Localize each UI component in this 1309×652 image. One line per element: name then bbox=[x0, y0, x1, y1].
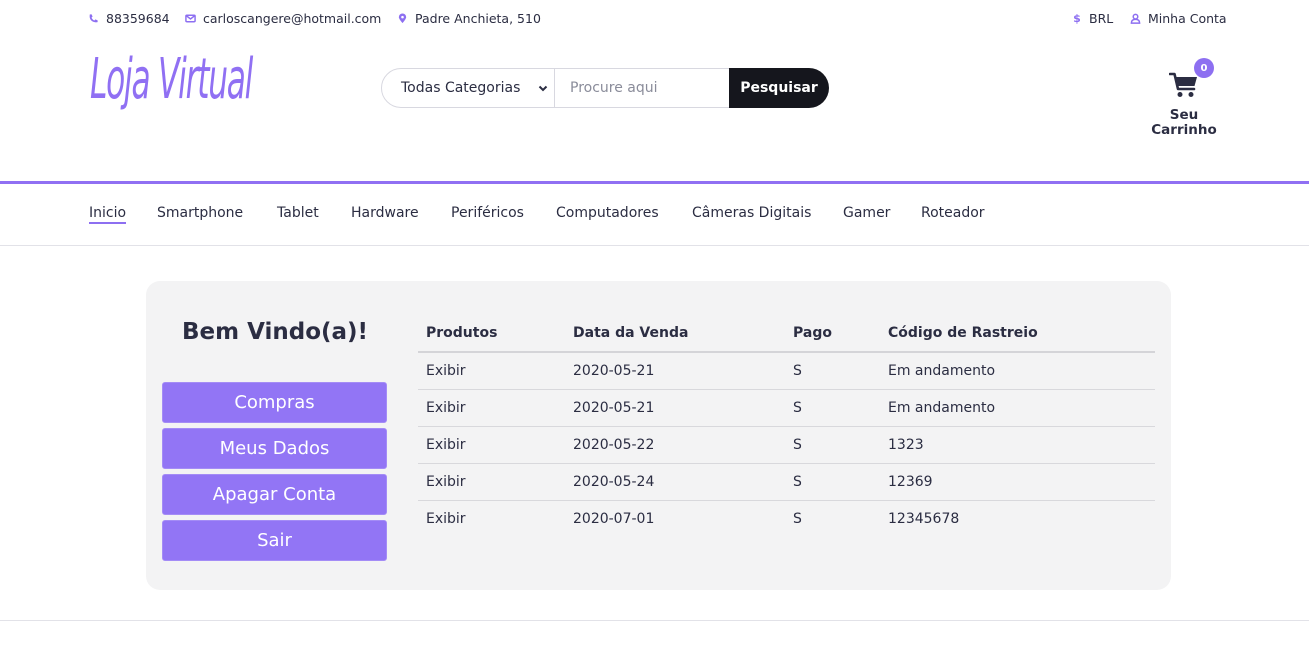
tracking-code: 1323 bbox=[880, 426, 1155, 464]
orders-table: Produtos Data da Venda Pago Código de Ra… bbox=[418, 314, 1155, 537]
column-header-produtos: Produtos bbox=[418, 314, 565, 353]
category-nav: Inicio Smartphone Tablet Hardware Perifé… bbox=[0, 184, 1309, 246]
column-header-codigo-rastreio: Código de Rastreio bbox=[880, 314, 1155, 353]
envelope-icon bbox=[185, 13, 197, 24]
currency-label: BRL bbox=[1089, 11, 1114, 26]
view-products-link[interactable]: Exibir bbox=[418, 463, 565, 501]
sale-date: 2020-05-21 bbox=[565, 352, 785, 390]
column-header-data-venda: Data da Venda bbox=[565, 314, 785, 353]
delete-account-button[interactable]: Apagar Conta bbox=[162, 474, 387, 515]
tracking-code: 12369 bbox=[880, 463, 1155, 501]
table-header-row: Produtos Data da Venda Pago Código de Ra… bbox=[418, 314, 1155, 353]
category-selected: Todas Categorias bbox=[401, 80, 521, 96]
category-select[interactable]: Todas Categorias bbox=[381, 68, 555, 108]
chevron-down-icon bbox=[537, 82, 549, 94]
phone-icon bbox=[88, 13, 100, 24]
email-address: carloscangere@hotmail.com bbox=[203, 11, 382, 26]
account-link[interactable]: Minha Conta bbox=[1130, 11, 1227, 26]
orders-button[interactable]: Compras bbox=[162, 382, 387, 423]
view-products-link[interactable]: Exibir bbox=[418, 352, 565, 390]
store-address: Padre Anchieta, 510 bbox=[415, 11, 541, 26]
dollar-icon: $ bbox=[1073, 12, 1081, 25]
top-bar: 88359684 carloscangere@hotmail.com Padre… bbox=[0, 0, 1309, 36]
table-row: Exibir 2020-05-21 S Em andamento bbox=[418, 389, 1155, 427]
view-products-link[interactable]: Exibir bbox=[418, 389, 565, 427]
table-row: Exibir 2020-05-21 S Em andamento bbox=[418, 352, 1155, 390]
table-row: Exibir 2020-07-01 S 12345678 bbox=[418, 500, 1155, 537]
nav-item-roteador[interactable]: Roteador bbox=[921, 205, 985, 221]
sale-date: 2020-05-22 bbox=[565, 426, 785, 464]
sale-date: 2020-05-21 bbox=[565, 389, 785, 427]
address-contact: Padre Anchieta, 510 bbox=[397, 11, 541, 26]
nav-item-perifericos[interactable]: Periféricos bbox=[451, 205, 524, 221]
shopping-cart-icon bbox=[1168, 71, 1199, 99]
table-row: Exibir 2020-05-22 S 1323 bbox=[418, 426, 1155, 464]
map-pin-icon bbox=[397, 13, 409, 24]
phone-number: 88359684 bbox=[106, 11, 170, 26]
tracking-code: Em andamento bbox=[880, 389, 1155, 427]
paid-status: S bbox=[785, 389, 880, 427]
sale-date: 2020-07-01 bbox=[573, 510, 655, 527]
store-logo[interactable]: Loja Virtual bbox=[90, 52, 253, 108]
search-bar: Todas Categorias Pesquisar bbox=[381, 68, 829, 108]
search-input[interactable] bbox=[555, 68, 729, 108]
nav-item-gamer[interactable]: Gamer bbox=[843, 205, 890, 221]
footer-divider bbox=[0, 620, 1309, 621]
currency-selector[interactable]: $ BRL bbox=[1071, 11, 1113, 26]
phone-contact: 88359684 bbox=[88, 11, 170, 26]
nav-item-hardware[interactable]: Hardware bbox=[351, 205, 419, 221]
nav-item-cameras-digitais[interactable]: Câmeras Digitais bbox=[692, 205, 811, 221]
tracking-code: Em andamento bbox=[880, 352, 1155, 390]
nav-item-computadores[interactable]: Computadores bbox=[556, 205, 659, 221]
logout-button[interactable]: Sair bbox=[162, 520, 387, 561]
sale-date: 2020-05-24 bbox=[565, 463, 785, 501]
paid-status: S bbox=[785, 352, 880, 390]
user-icon bbox=[1130, 13, 1142, 24]
account-label: Minha Conta bbox=[1148, 11, 1227, 26]
paid-status: S bbox=[793, 510, 802, 527]
view-products-link[interactable]: Exibir bbox=[418, 500, 565, 537]
column-header-pago: Pago bbox=[785, 314, 880, 353]
welcome-heading: Bem Vindo(a)! bbox=[181, 319, 369, 345]
table-row: Exibir 2020-05-24 S 12369 bbox=[418, 463, 1155, 501]
nav-item-tablet[interactable]: Tablet bbox=[277, 205, 319, 221]
paid-status: S bbox=[785, 463, 880, 501]
email-contact: carloscangere@hotmail.com bbox=[185, 11, 381, 26]
nav-item-inicio[interactable]: Inicio bbox=[89, 205, 127, 224]
cart-label: Seu Carrinho bbox=[1151, 107, 1217, 138]
tracking-code: 12345678 bbox=[888, 510, 960, 527]
cart-count-badge: 0 bbox=[1194, 58, 1214, 78]
paid-status: S bbox=[785, 426, 880, 464]
nav-item-smartphone[interactable]: Smartphone bbox=[157, 205, 243, 221]
my-data-button[interactable]: Meus Dados bbox=[162, 428, 387, 469]
view-products-link[interactable]: Exibir bbox=[418, 426, 565, 464]
search-button[interactable]: Pesquisar bbox=[729, 68, 829, 108]
